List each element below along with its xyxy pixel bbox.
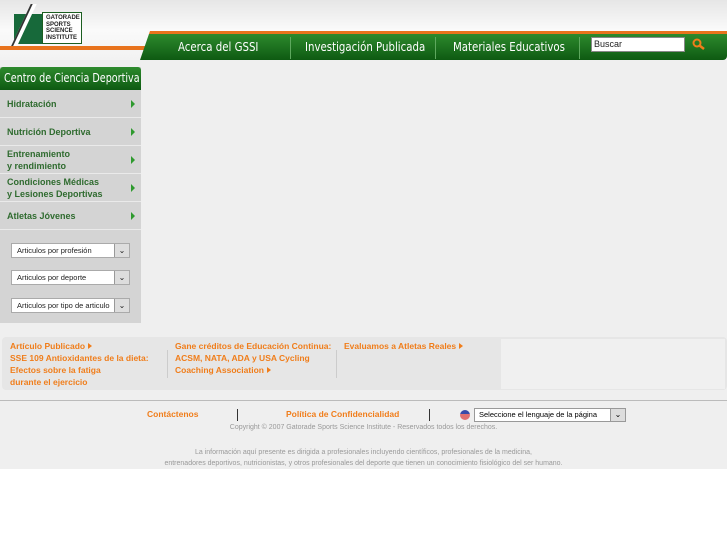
chevron-down-icon: ⌄ [610,409,625,421]
page: GATORADE SPORTS SCIENCE INSTITUTE Acerca de… [0,0,727,469]
divider [237,409,238,421]
select-profesion[interactable]: Articulos por profesión ⌄ [11,243,130,258]
sidebar: Centro de Ciencia Deportiva Hidratación … [0,67,141,323]
promo-bar: Artículo Publicado SSE 109 Antioxidantes… [2,337,727,390]
arrow-right-icon [131,100,135,108]
logo-text: GATORADE SPORTS SCIENCE INSTITUTE [42,12,82,44]
sidebar-item-atletas[interactable]: Atletas Jóvenes [0,202,141,230]
arrow-right-icon [131,184,135,192]
arrow-right-icon [266,367,271,373]
divider [429,409,430,421]
arrow-right-icon [131,212,135,220]
select-deporte[interactable]: Articulos por deporte ⌄ [11,270,130,285]
promo-articulo[interactable]: Artículo Publicado SSE 109 Antioxidantes… [10,340,149,388]
us-flag-icon [460,410,470,420]
divider [0,400,727,401]
nav-divider [290,37,291,59]
nav-divider [435,37,436,59]
gssi-logo[interactable]: GATORADE SPORTS SCIENCE INSTITUTE [9,4,84,50]
nav-investigacion[interactable]: Investigación Publicada [305,34,425,60]
divider [336,350,337,378]
privacy-link[interactable]: Política de Confidencialidad [286,409,399,419]
copyright: Copyright © 2007 Gatorade Sports Science… [229,424,498,431]
chevron-down-icon: ⌄ [114,271,129,284]
language-select[interactable]: Seleccione el lenguaje de la página ⌄ [474,408,626,422]
orange-stripe [0,46,150,50]
arrow-right-icon [459,343,464,349]
sidebar-item-hidratacion[interactable]: Hidratación [0,90,141,118]
header: GATORADE SPORTS SCIENCE INSTITUTE Acerca de… [0,0,727,60]
promo-empty-panel [501,339,725,389]
select-tipo[interactable]: Articulos por tipo de articulo ⌄ [11,298,130,313]
search-input[interactable]: Buscar [591,37,685,52]
arrow-right-icon [131,128,135,136]
info-line-2: entrenadores deportivos, nutricionistas,… [164,460,563,467]
chevron-down-icon: ⌄ [114,299,129,312]
search-icon[interactable] [692,38,706,52]
info-line-1: La información aquí presente es dirigida… [195,449,532,456]
arrow-right-icon [88,343,93,349]
nav-materiales[interactable]: Materiales Educativos [453,34,565,60]
nav-acerca[interactable]: Acerca del GSSI [178,34,258,60]
chevron-down-icon: ⌄ [114,244,129,257]
sidebar-item-entrenamiento[interactable]: Entrenamiento y rendimiento [0,146,141,174]
contact-link[interactable]: Contáctenos [147,409,198,419]
divider [167,350,168,378]
promo-evaluamos[interactable]: Evaluamos a Atletas Reales [344,340,464,352]
sidebar-item-nutricion[interactable]: Nutrición Deportiva [0,118,141,146]
promo-creditos[interactable]: Gane créditos de Educación Continua: ACSM… [175,340,331,376]
sidebar-title: Centro de Ciencia Deportiva [0,67,141,90]
sidebar-item-condiciones[interactable]: Condiciones Médicas y Lesiones Deportivas [0,174,141,202]
arrow-right-icon [131,156,135,164]
nav-divider [579,37,580,59]
